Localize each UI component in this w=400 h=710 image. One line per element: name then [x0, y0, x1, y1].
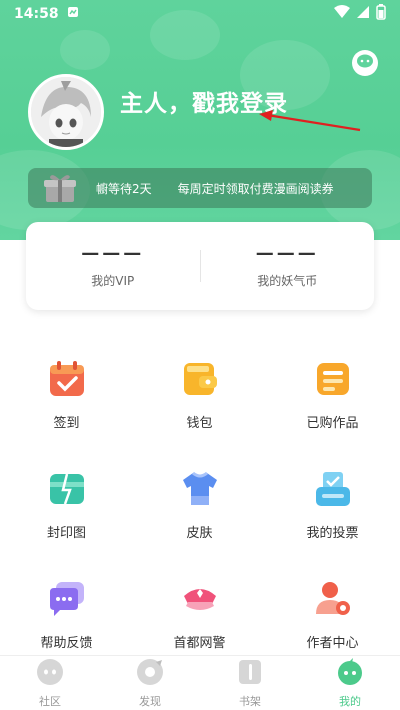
bookshelf-icon — [236, 658, 264, 690]
grid-item-purchased[interactable]: 已购作品 — [266, 360, 399, 431]
vote-box-icon — [314, 470, 352, 508]
tab-label: 我的 — [339, 694, 361, 708]
grid-label: 作者中心 — [306, 636, 359, 651]
tab-label: 发现 — [139, 694, 161, 708]
gift-box-icon — [42, 172, 78, 204]
grid-label: 封印图 — [46, 526, 86, 541]
tab-label: 社区 — [39, 694, 61, 708]
police-cap-icon — [181, 580, 219, 618]
feedback-chat-icon — [48, 580, 86, 618]
message-button[interactable] — [352, 50, 378, 76]
grid-item-cyber-police[interactable]: 首都网警 — [133, 580, 266, 651]
grid-item-author-center[interactable]: 作者中心 — [266, 580, 399, 651]
sealed-picture-icon — [48, 470, 86, 508]
avatar[interactable] — [28, 74, 104, 150]
bottom-tab-bar: 社区 发现 书架 我的 — [0, 655, 400, 710]
author-person-icon — [314, 580, 352, 618]
mine-icon — [336, 657, 364, 690]
red-arrow-annotation — [259, 110, 361, 132]
coin-stat[interactable]: ——— 我的妖气币 — [201, 243, 375, 289]
chat-bubble-icon — [356, 53, 374, 73]
grid-label: 皮肤 — [186, 526, 213, 541]
calendar-check-icon — [48, 360, 86, 398]
grid-label: 帮助反馈 — [40, 636, 93, 651]
promo-text: 每周定时领取付费漫画阅读券 — [177, 181, 334, 196]
grid-item-feedback[interactable]: 帮助反馈 — [0, 580, 133, 651]
anime-avatar-icon — [31, 77, 101, 147]
coin-label: 我的妖气币 — [257, 274, 318, 288]
purchased-list-icon — [314, 360, 352, 398]
community-icon — [36, 658, 64, 690]
grid-item-vote[interactable]: 我的投票 — [266, 470, 399, 541]
notification-icon — [67, 6, 79, 22]
vip-label: 我的VIP — [91, 274, 135, 288]
tab-label: 书架 — [239, 694, 261, 708]
wait-days-text: 幮等待2天 — [96, 181, 152, 196]
grid-label: 首都网警 — [173, 636, 226, 651]
tab-community[interactable]: 社区 — [0, 656, 100, 710]
vip-stat[interactable]: ——— 我的VIP — [26, 243, 200, 289]
reading-coupon-banner[interactable]: 幮等待2天 每周定时领取付费漫画阅读券 — [28, 168, 372, 208]
discover-icon — [136, 658, 164, 690]
battery-icon — [376, 4, 386, 24]
account-stats-card: ——— 我的VIP ——— 我的妖气币 — [26, 222, 374, 310]
grid-label: 已购作品 — [306, 416, 359, 431]
status-bar: 14:58 — [0, 0, 400, 28]
grid-item-sealed-picture[interactable]: 封印图 — [0, 470, 133, 541]
grid-label: 我的投票 — [306, 526, 359, 541]
wifi-icon — [334, 5, 350, 23]
signal-icon — [356, 5, 370, 23]
grid-label: 钱包 — [186, 416, 213, 431]
grid-item-signin[interactable]: 签到 — [0, 360, 133, 431]
vip-value: ——— — [81, 243, 145, 264]
grid-item-skin[interactable]: 皮肤 — [133, 470, 266, 541]
status-time: 14:58 — [14, 6, 59, 22]
wallet-icon — [181, 360, 219, 398]
tab-discover[interactable]: 发现 — [100, 656, 200, 710]
coin-value: ——— — [255, 243, 319, 264]
tab-bookshelf[interactable]: 书架 — [200, 656, 300, 710]
grid-item-wallet[interactable]: 钱包 — [133, 360, 266, 431]
grid-label: 签到 — [53, 416, 80, 431]
tshirt-icon — [181, 470, 219, 508]
tab-mine[interactable]: 我的 — [300, 656, 400, 710]
